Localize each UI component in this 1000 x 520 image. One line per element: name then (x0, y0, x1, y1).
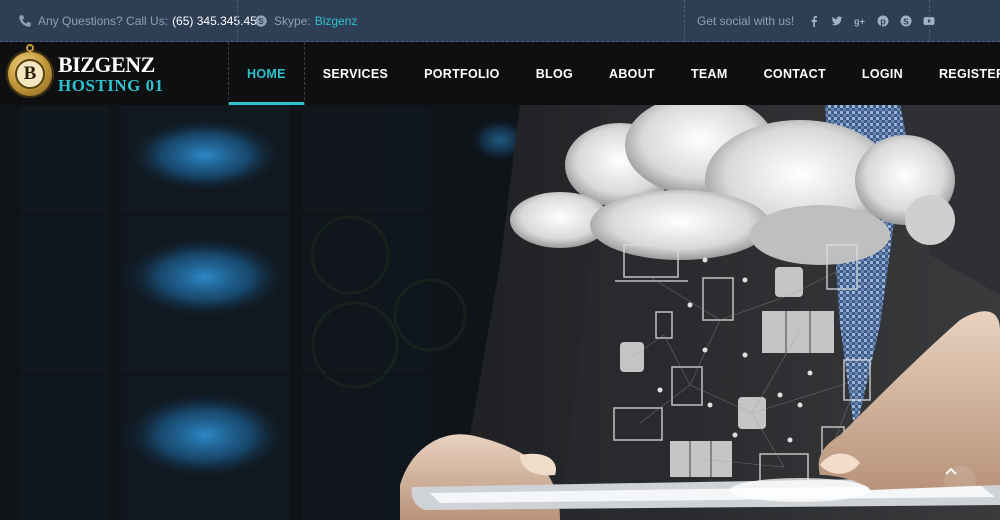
svg-text:g+: g+ (854, 17, 866, 27)
skype-handle[interactable]: Bizgenz (315, 14, 358, 28)
twitter-icon[interactable] (831, 15, 843, 27)
skype-label: Skype: (274, 14, 311, 28)
facebook-icon[interactable] (808, 15, 820, 27)
nav-services[interactable]: SERVICES (305, 42, 406, 105)
social-label: Get social with us! (697, 14, 795, 28)
nav-team[interactable]: TEAM (673, 42, 746, 105)
site-logo[interactable]: B BIZGENZ HOSTING 01 (6, 44, 164, 102)
brand-line2: HOSTING 01 (58, 76, 164, 95)
logo-badge-letter: B (15, 59, 45, 89)
brand-name: BIZGENZ HOSTING 01 (58, 52, 164, 95)
main-navbar: B BIZGENZ HOSTING 01 HOME SERVICES PORTF… (0, 42, 1000, 105)
pinterest-icon[interactable]: p (877, 15, 889, 27)
nav-portfolio[interactable]: PORTFOLIO (406, 42, 518, 105)
nav-home[interactable]: HOME (228, 42, 305, 105)
chevron-up-icon (945, 467, 957, 475)
nav-login[interactable]: LOGIN (844, 42, 921, 105)
hero-image (0, 105, 1000, 520)
phone-number[interactable]: (65) 345.345.45 (172, 14, 257, 28)
nav-register[interactable]: REGISTER (921, 42, 1000, 105)
nav-contact[interactable]: CONTACT (746, 42, 844, 105)
nav-about[interactable]: ABOUT (591, 42, 673, 105)
contact-skype: S Skype: Bizgenz (254, 0, 357, 42)
scroll-to-top-button[interactable] (944, 466, 976, 498)
svg-text:S: S (904, 16, 910, 26)
skype-icon: S (255, 15, 267, 27)
google-plus-icon[interactable]: g+ (854, 15, 866, 27)
svg-text:S: S (258, 17, 263, 26)
svg-text:p: p (881, 17, 887, 27)
skype-social-icon[interactable]: S (900, 15, 912, 27)
logo-badge-icon: B (6, 44, 54, 98)
hero-slider (0, 105, 1000, 520)
nav-blog[interactable]: BLOG (518, 42, 591, 105)
contact-phone: Any Questions? Call Us: (65) 345.345.45 (18, 0, 257, 42)
primary-nav: HOME SERVICES PORTFOLIO BLOG ABOUT TEAM … (228, 42, 1000, 105)
social-links: Get social with us! g+ p S (697, 0, 935, 42)
top-bar: Any Questions? Call Us: (65) 345.345.45 … (0, 0, 1000, 42)
brand-line1: BIZGENZ (58, 52, 155, 77)
phone-icon (19, 15, 31, 27)
question-label: Any Questions? Call Us: (38, 14, 169, 28)
